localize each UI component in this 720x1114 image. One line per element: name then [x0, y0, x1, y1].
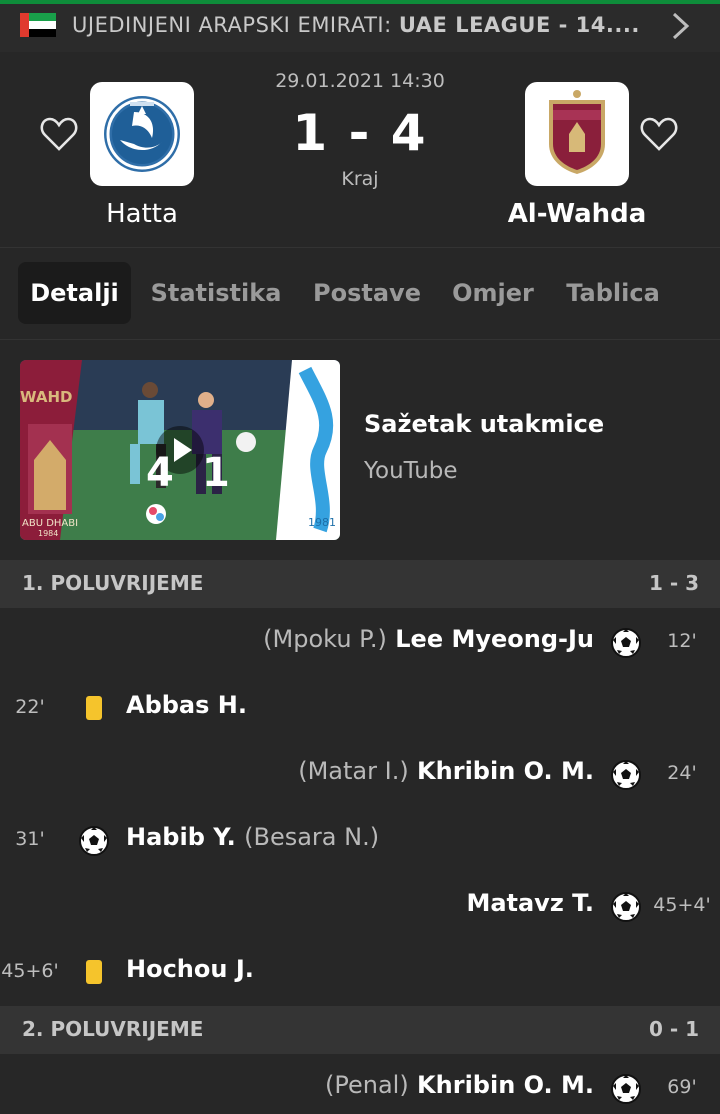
period-label: 2. POLUVRIJEME: [22, 1017, 204, 1041]
assist-name: (Besara N.): [244, 823, 380, 851]
away-team-name[interactable]: Al-Wahda: [457, 199, 697, 229]
uae-flag-icon: [20, 13, 56, 37]
heart-outline-icon[interactable]: [639, 114, 679, 154]
player-name: Hochou J.: [126, 955, 254, 983]
thumb-left-year: 1984: [38, 529, 58, 538]
home-team-logo[interactable]: [90, 82, 194, 186]
yellow-card-icon: [86, 696, 102, 720]
hatta-crest-icon: [104, 96, 180, 172]
incident-minute: 22': [15, 696, 45, 718]
home-team-name[interactable]: Hatta: [22, 199, 262, 229]
match-score: 1 - 4: [292, 104, 428, 162]
league-name: UAE LEAGUE - 14....: [398, 13, 640, 37]
incident-row[interactable]: (Mpoku P.) Lee Myeong-Ju 12': [0, 610, 720, 676]
league-title: UJEDINJENI ARAPSKI EMIRATI: UAE LEAGUE -…: [72, 13, 640, 37]
thumb-left-bottom: ABU DHABI: [22, 518, 78, 529]
player-name: Matavz T.: [466, 889, 594, 917]
highlight-source: YouTube: [364, 458, 458, 484]
highlight-title[interactable]: Sažetak utakmice: [364, 410, 604, 438]
away-team-logo[interactable]: [525, 82, 629, 186]
chevron-right-icon[interactable]: [670, 12, 692, 40]
assist-name: (Matar I.): [298, 757, 409, 785]
assist-name: (Penal): [324, 1071, 409, 1099]
soccer-ball-icon: [79, 826, 109, 856]
incident-minute: 31': [15, 828, 45, 850]
incident-row[interactable]: 31' Habib Y. (Besara N.): [0, 808, 720, 874]
thumb-left-text: WAHD: [20, 388, 73, 406]
incident-row[interactable]: (Penal) Khribin O. M. 69': [0, 1056, 720, 1114]
al-wahda-crest-icon: [549, 90, 605, 174]
tab-standings[interactable]: Tablica: [560, 262, 666, 324]
player-name: Khribin O. M.: [417, 757, 594, 785]
incident-row[interactable]: (Matar I.) Khribin O. M. 24': [0, 742, 720, 808]
period-label: 1. POLUVRIJEME: [22, 571, 204, 595]
incident-row[interactable]: 45+6' Hochou J.: [0, 940, 720, 1006]
thumb-score-home: 4: [146, 450, 174, 496]
player-name: Habib Y.: [126, 823, 236, 851]
incident-minute: 45+6': [1, 960, 59, 982]
incident-minute: 69': [667, 1076, 697, 1098]
incident-text: (Penal) Khribin O. M.: [325, 1071, 594, 1099]
soccer-ball-icon: [611, 892, 641, 922]
tab-statistics[interactable]: Statistika: [148, 262, 284, 324]
incident-row[interactable]: Matavz T. 45+4': [0, 874, 720, 940]
assist-name: (Mpoku P.): [263, 625, 387, 653]
incident-text: (Matar I.) Khribin O. M.: [298, 757, 594, 785]
match-tabs: Detalji Statistika Postave Omjer Tablica: [0, 248, 720, 340]
match-date: 29.01.2021 14:30: [275, 70, 445, 92]
player-name: Khribin O. M.: [417, 1071, 594, 1099]
tab-details[interactable]: Detalji: [18, 262, 131, 324]
league-bar[interactable]: UJEDINJENI ARAPSKI EMIRATI: UAE LEAGUE -…: [0, 4, 720, 52]
soccer-ball-icon: [611, 1074, 641, 1104]
player-name: Abbas H.: [126, 691, 247, 719]
soccer-ball-icon: [611, 760, 641, 790]
period-score: 1 - 3: [648, 571, 699, 595]
period-header: 2. POLUVRIJEME 0 - 1: [0, 1006, 720, 1054]
match-header: Hatta 29.01.2021 14:30 1 - 4 Kraj Al-Wah…: [0, 52, 720, 248]
incident-row[interactable]: 22' Abbas H.: [0, 676, 720, 742]
incident-minute: 12': [667, 630, 697, 652]
incident-minute: 45+4': [653, 894, 711, 916]
period-header: 1. POLUVRIJEME 1 - 3: [0, 560, 720, 608]
league-country: UJEDINJENI ARAPSKI EMIRATI:: [72, 13, 392, 37]
tab-lineups[interactable]: Postave: [306, 262, 428, 324]
heart-outline-icon[interactable]: [39, 114, 79, 154]
soccer-ball-icon: [611, 628, 641, 658]
period-score: 0 - 1: [648, 1017, 699, 1041]
incident-text: (Mpoku P.) Lee Myeong-Ju: [263, 625, 594, 653]
player-name: Lee Myeong-Ju: [395, 625, 594, 653]
incident-text: Habib Y. (Besara N.): [126, 823, 379, 851]
video-thumbnail[interactable]: 4 1 WAHD ABU DHABI 1984 1981: [20, 360, 340, 540]
match-status: Kraj: [341, 168, 379, 190]
thumb-score-away: 1: [202, 450, 230, 496]
yellow-card-icon: [86, 960, 102, 984]
tab-h2h[interactable]: Omjer: [447, 262, 539, 324]
video-thumbnail-image: 4 1 WAHD ABU DHABI 1984 1981: [20, 360, 340, 540]
thumb-right-year: 1981: [308, 516, 336, 529]
highlight-card[interactable]: 4 1 WAHD ABU DHABI 1984 1981 Sažetak uta…: [0, 340, 720, 560]
incident-minute: 24': [667, 762, 697, 784]
